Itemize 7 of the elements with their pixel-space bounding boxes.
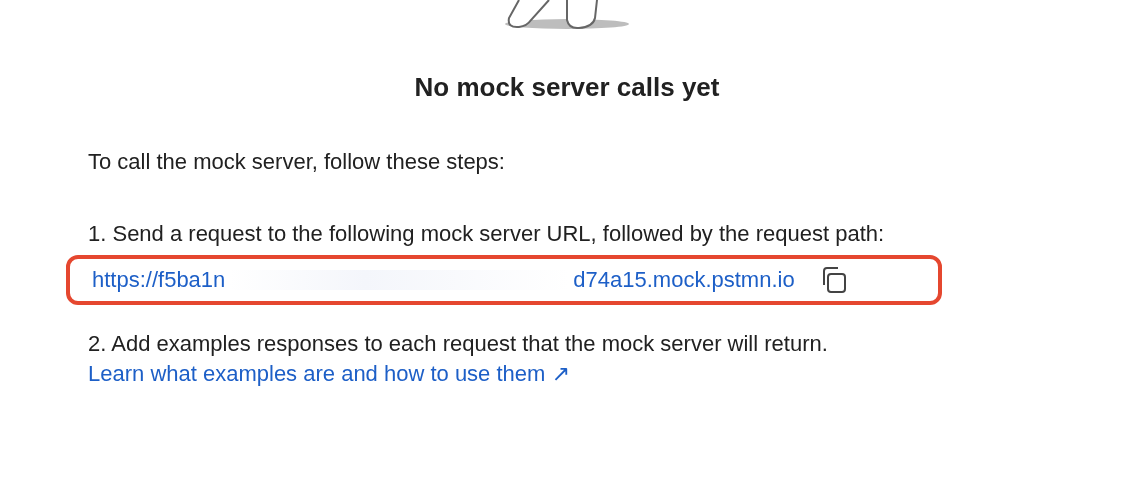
step-text: 1. Send a request to the following mock server URL, followed by the request path: xyxy=(88,220,886,248)
intro-text: To call the mock server, follow these steps: xyxy=(88,148,506,176)
step-text: 2. Add examples responses to each request that the mock server will return. xyxy=(88,330,829,358)
learn-link[interactable]: Learn what examples are and how to use them ↗ xyxy=(88,359,1134,389)
mock-url-link[interactable]: d74a15.mock.pstmn.io xyxy=(573,267,795,293)
empty-state-title: No mock server calls yet xyxy=(413,72,721,103)
mock-url-link[interactable]: https://f5ba1n xyxy=(92,267,226,293)
